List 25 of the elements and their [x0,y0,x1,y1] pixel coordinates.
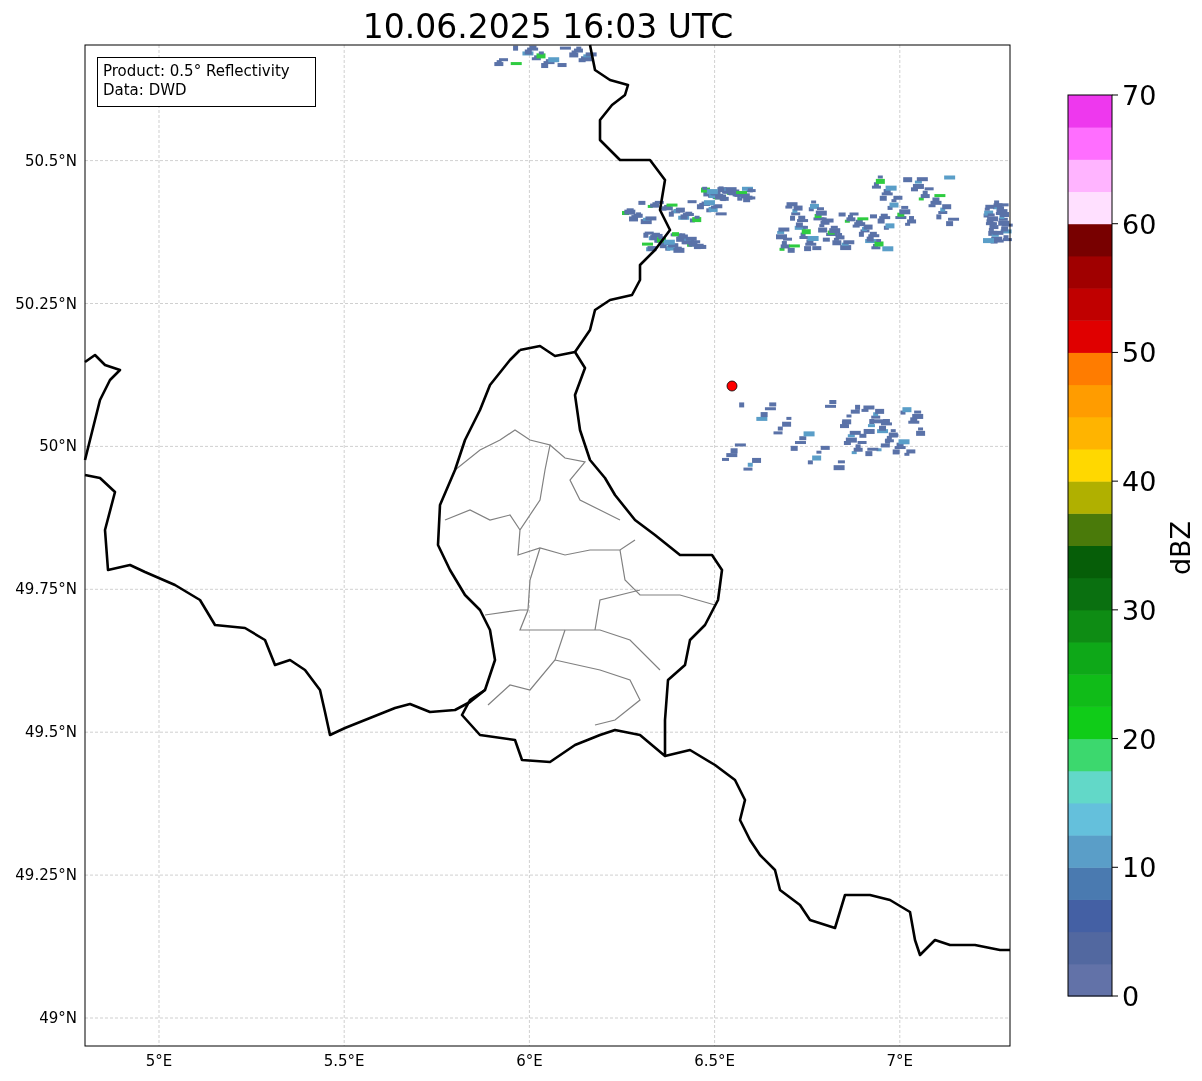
latitude-label: 49.25°N [15,866,77,885]
radar-site-marker [726,380,738,392]
latitude-label: 49°N [39,1009,77,1027]
colorbar-tick-label: 70 [1122,80,1157,111]
latitude-label: 49.5°N [24,723,77,742]
longitude-label: 5.5°E [323,1052,365,1070]
colorbar-tick-label: 30 [1122,594,1157,626]
colorbar-tick-label: 0 [1122,981,1140,1012]
latitude-label: 50.25°N [15,294,77,313]
colorbar-tick-label: 40 [1122,466,1157,498]
longitude-label: 5°E [145,1052,173,1070]
colorbar-tick-label: 10 [1122,852,1157,884]
longitude-label: 7°E [886,1052,914,1070]
longitude-label: 6.5°E [694,1052,735,1070]
info-text: Product: 0.5° Reflectivity [103,62,290,80]
longitude-label: 6°E [516,1052,543,1070]
colorbar-tick-label: 50 [1122,337,1157,369]
colorbar-tick-label: 20 [1122,723,1157,755]
colorbar-tick-label: 60 [1122,208,1157,240]
colorbar-axis-label: dBZ [1165,520,1196,576]
latitude-label: 50°N [39,437,77,456]
info-text: Data: DWD [103,81,187,99]
latitude-label: 50.5°N [24,151,77,170]
latitude-label: 49.75°N [15,580,77,599]
chart-title: 10.06.2025 16:03 UTC [362,7,734,46]
